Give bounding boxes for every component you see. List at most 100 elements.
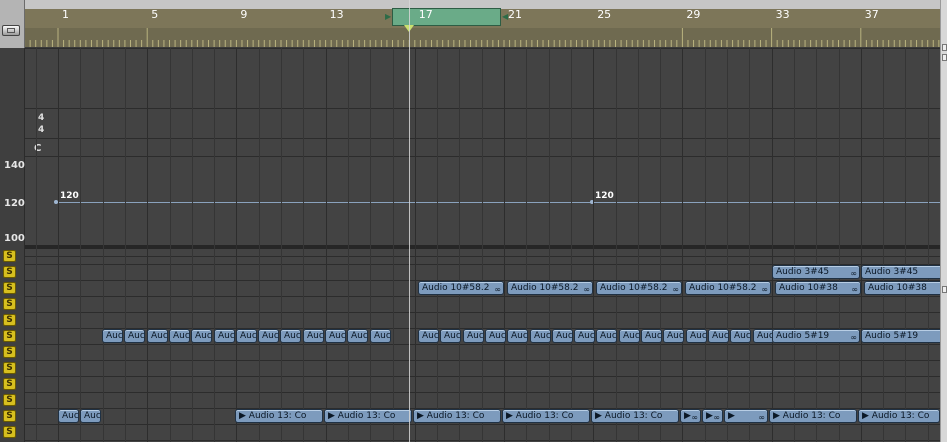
bar-gridline <box>526 48 527 442</box>
scroll-down-arrow-icon[interactable] <box>942 54 947 61</box>
region-label: Auc <box>329 331 346 341</box>
region-label: Auc <box>195 331 212 341</box>
audio-region[interactable]: Audio 3#45∞ <box>861 265 947 279</box>
scroll-thumb[interactable] <box>942 286 947 293</box>
audio-region[interactable]: Audio 5#19∞ <box>861 329 947 343</box>
track-solo-button[interactable]: S <box>3 298 16 310</box>
audio-region[interactable]: Auc <box>325 329 347 343</box>
audio-region[interactable]: Auc <box>102 329 124 343</box>
bar-number: 21 <box>508 8 522 21</box>
audio-region[interactable]: Auc <box>730 329 752 343</box>
bar-gridline <box>170 48 171 442</box>
region-label: Auc <box>578 331 595 341</box>
audio-region[interactable]: Auc <box>552 329 574 343</box>
audio-region[interactable]: ▶ Audio 13: Co <box>769 409 857 423</box>
audio-region[interactable]: Auc <box>663 329 685 343</box>
track-solo-button[interactable]: S <box>3 378 16 390</box>
track-solo-button[interactable]: S <box>3 394 16 406</box>
region-label: ▶ Audio 13: Co <box>417 411 485 421</box>
cycle-start-marker-icon[interactable]: ▶ <box>385 12 391 21</box>
region-label: Audio 10#58.2 <box>600 283 668 293</box>
track-solo-button[interactable]: S <box>3 314 16 326</box>
audio-region[interactable]: ▶ ∞ <box>724 409 768 423</box>
audio-region[interactable]: ▶ ∞ <box>680 409 701 423</box>
audio-region[interactable]: Audio 10#58.2 ∞ <box>596 281 682 295</box>
audio-region[interactable]: Auc <box>80 409 102 423</box>
audio-region[interactable]: Auc <box>641 329 663 343</box>
region-label: Audio 3#45 <box>776 267 830 277</box>
audio-region[interactable]: Auc <box>58 409 80 423</box>
audio-region[interactable]: Auc <box>347 329 369 343</box>
audio-region[interactable]: Auc <box>124 329 146 343</box>
audio-region[interactable]: Auc <box>530 329 552 343</box>
bar-gridline <box>370 48 371 442</box>
audio-region[interactable]: Auc <box>686 329 708 343</box>
audio-region[interactable]: ▶ Audio 13: Co <box>413 409 501 423</box>
audio-region[interactable]: Auc <box>214 329 236 343</box>
track-solo-button[interactable]: S <box>3 330 16 342</box>
region-label: Auc <box>467 331 484 341</box>
audio-region[interactable]: Audio 3#45∞ <box>772 265 860 279</box>
audio-region[interactable]: Auc <box>370 329 392 343</box>
audio-region[interactable]: Auc <box>258 329 280 343</box>
audio-region[interactable]: Audio 10#58.2 ∞ <box>418 281 504 295</box>
audio-region[interactable]: Auc <box>596 329 618 343</box>
audio-region[interactable]: ▶ Audio 13: Co <box>591 409 679 423</box>
audio-region[interactable]: Auc <box>574 329 596 343</box>
bar-number: 5 <box>151 8 159 21</box>
audio-region[interactable]: Audio 10#58.2 ∞ <box>685 281 771 295</box>
tempo-line[interactable] <box>56 202 940 203</box>
audio-region[interactable]: Auc <box>303 329 325 343</box>
scroll-up-arrow-icon[interactable] <box>942 44 947 51</box>
audio-region[interactable]: Auc <box>169 329 191 343</box>
region-label: Auc <box>128 331 145 341</box>
audio-region[interactable]: Auc <box>191 329 213 343</box>
global-tracks-toggle-button[interactable] <box>2 25 20 36</box>
region-label: Auc <box>600 331 617 341</box>
bar-gridline <box>905 48 906 442</box>
bar-number: 17 <box>418 8 433 21</box>
audio-region[interactable]: Auc <box>440 329 462 343</box>
region-label: Audio 10#38 <box>868 283 927 293</box>
audio-region[interactable]: Auc <box>236 329 258 343</box>
region-label: Auc <box>712 331 729 341</box>
track-solo-button[interactable]: S <box>3 266 16 278</box>
audio-region[interactable]: Auc <box>485 329 507 343</box>
audio-region[interactable]: Audio 10#38 ∞ <box>775 281 861 295</box>
loop-icon: ∞ <box>850 333 857 342</box>
track-solo-button[interactable]: S <box>3 346 16 358</box>
audio-region[interactable]: ▶ Audio 13: Co <box>858 409 940 423</box>
audio-region[interactable]: ▶ ∞ <box>702 409 723 423</box>
playhead[interactable] <box>409 0 410 442</box>
loop-icon: ∞ <box>851 285 858 294</box>
track-solo-button[interactable]: S <box>3 250 16 262</box>
audio-region[interactable]: Audio 10#58.2 ∞ <box>507 281 593 295</box>
time-signature-denominator[interactable]: 4 <box>38 125 44 135</box>
audio-region[interactable]: Auc <box>463 329 485 343</box>
track-solo-button[interactable]: S <box>3 410 16 422</box>
time-signature-numerator[interactable]: 4 <box>38 113 44 123</box>
bar-ruler[interactable]: ▶ ◀ 1 5 9 13 17 21 25 29 33 37 <box>25 0 940 48</box>
bar-gridline <box>705 48 706 442</box>
audio-region[interactable]: ▶ Audio 13: Co <box>502 409 590 423</box>
audio-region[interactable]: Auc <box>280 329 302 343</box>
bar-gridline <box>36 48 37 442</box>
audio-region[interactable]: Auc <box>418 329 440 343</box>
audio-region[interactable]: Auc <box>507 329 529 343</box>
audio-region[interactable]: Auc <box>147 329 169 343</box>
audio-region[interactable]: Audio 10#38∞ <box>864 281 947 295</box>
region-label: Auc <box>374 331 391 341</box>
track-solo-button[interactable]: S <box>3 426 16 438</box>
audio-region[interactable]: Auc <box>708 329 730 343</box>
region-label: Audio 10#58.2 <box>689 283 757 293</box>
track-solo-button[interactable]: S <box>3 362 16 374</box>
audio-region[interactable]: ▶ Audio 13: Co <box>235 409 323 423</box>
audio-region[interactable]: ▶ Audio 13: Co <box>324 409 412 423</box>
region-label: Audio 10#38 <box>779 283 838 293</box>
track-solo-button[interactable]: S <box>3 282 16 294</box>
bar-gridline <box>259 48 260 442</box>
region-label: Auc <box>623 331 640 341</box>
audio-region[interactable]: Audio 5#19∞ <box>772 329 860 343</box>
vertical-scrollbar[interactable] <box>940 0 947 442</box>
audio-region[interactable]: Auc <box>619 329 641 343</box>
